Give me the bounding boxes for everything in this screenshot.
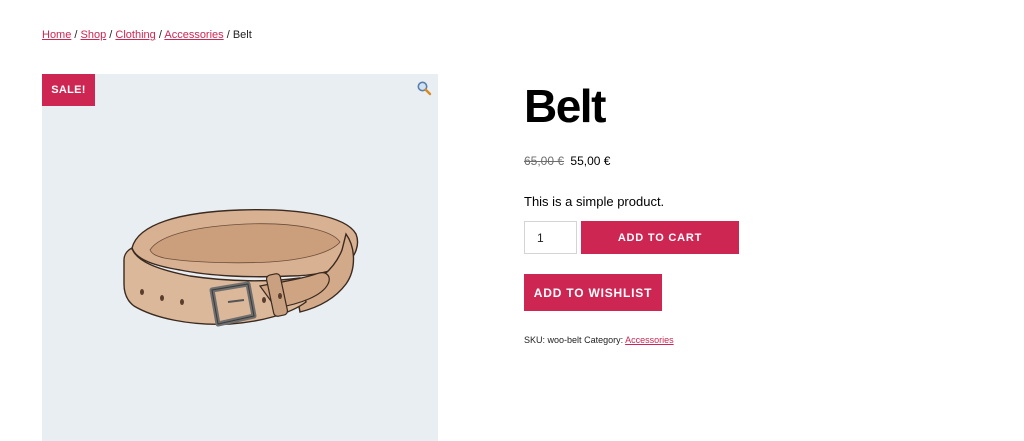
current-price: 55,00 € [570,154,611,168]
magnifier-icon[interactable] [416,80,432,96]
breadcrumb-current: Belt [232,29,252,41]
add-to-wishlist-button[interactable]: ADD TO WISHLIST [524,274,662,311]
breadcrumb-accessories-link[interactable]: Accessories [164,29,223,41]
breadcrumb-separator: / [226,29,230,41]
breadcrumb-separator: / [74,29,78,41]
breadcrumb-home-link[interactable]: Home [42,29,71,41]
breadcrumb-separator: / [109,29,113,41]
short-description: This is a simple product. [524,194,665,209]
product-summary: Belt 65,00 € 55,00 € This is a simple pr… [524,78,984,345]
old-price: 65,00 € [524,154,565,168]
quantity-input[interactable] [524,221,577,254]
add-to-cart-button[interactable]: ADD TO CART [581,221,739,254]
product-title: Belt [524,80,606,132]
product-meta: SKU: woo-belt Category: Accessories [524,335,984,345]
sku-label: SKU: [524,335,546,345]
category-label: Category: [584,335,624,345]
breadcrumb: Home / Shop / Clothing / Accessories / B… [42,29,252,41]
breadcrumb-shop-link[interactable]: Shop [81,29,107,41]
breadcrumb-separator: / [158,29,162,41]
product-gallery[interactable]: SALE! [42,74,438,441]
category-link[interactable]: Accessories [625,335,674,345]
sku-value: woo-belt [547,335,582,345]
breadcrumb-clothing-link[interactable]: Clothing [115,29,155,41]
add-to-cart-form: ADD TO CART [524,221,984,254]
sale-badge: SALE! [42,74,95,106]
belt-image[interactable] [120,204,366,354]
product-price: 65,00 € 55,00 € [524,154,984,168]
